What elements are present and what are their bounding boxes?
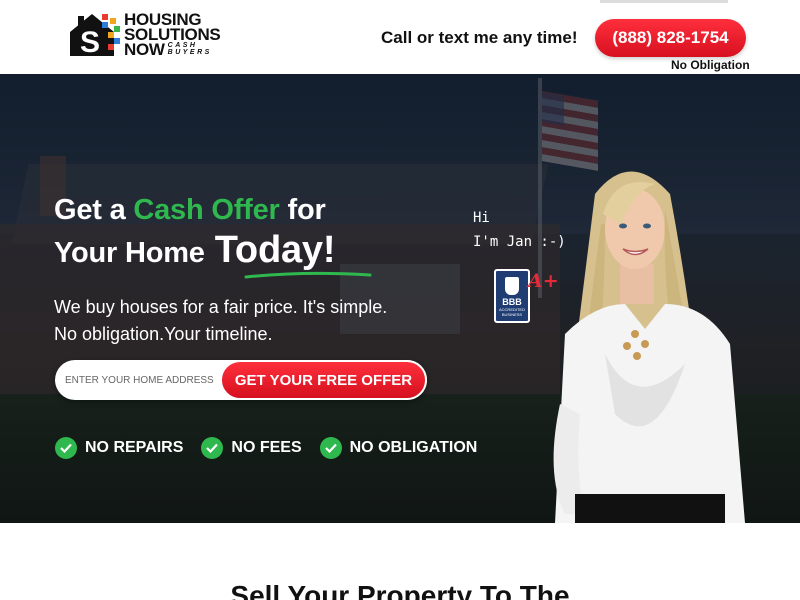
headline-part-2: for bbox=[279, 194, 326, 226]
benefit-item: NO FEES bbox=[201, 437, 302, 459]
headline-highlight: Cash Offer bbox=[133, 194, 280, 226]
subtext-line-2: No obligation.Your timeline. bbox=[54, 324, 273, 344]
headline-part-1: Get a bbox=[54, 194, 134, 226]
headline-today: Today! bbox=[214, 229, 336, 271]
headline-line-2: Your Home bbox=[54, 237, 205, 269]
logo-line-3: NOW bbox=[124, 40, 165, 59]
bbb-accredited: ACCREDITED BUSINESS bbox=[498, 307, 525, 317]
bbb-letters: BBB bbox=[502, 297, 522, 307]
bbb-badge[interactable]: BBB ACCREDITED BUSINESS bbox=[494, 269, 530, 323]
logo-sub-1: CASH bbox=[167, 42, 198, 49]
check-icon bbox=[319, 437, 342, 459]
bbb-torch-icon bbox=[505, 277, 519, 295]
check-icon bbox=[201, 437, 224, 459]
benefits-list: NO REPAIRS NO FEES NO OBLIGATION bbox=[55, 437, 477, 459]
check-icon bbox=[55, 437, 77, 459]
hero-section: Get a Cash Offer for Your Home Today! We … bbox=[0, 74, 800, 523]
benefit-label: NO REPAIRS bbox=[85, 439, 184, 456]
call-prompt: Call or text me any time! bbox=[381, 28, 578, 47]
benefit-label: NO FEES bbox=[231, 439, 302, 456]
subtext-line-1: We buy houses for a fair price. It's sim… bbox=[54, 297, 388, 317]
benefit-item: NO OBLIGATION bbox=[319, 437, 478, 459]
section-title: Sell Your Property To The bbox=[230, 580, 570, 600]
benefit-label: NO OBLIGATION bbox=[349, 439, 478, 456]
address-form: GET YOUR FREE OFFER bbox=[55, 360, 427, 400]
agent-photo bbox=[553, 171, 745, 523]
phone-button[interactable]: (888) 828-1754 bbox=[595, 19, 746, 57]
benefit-item: NO REPAIRS bbox=[55, 437, 183, 459]
svg-text:S: S bbox=[80, 26, 100, 58]
hero-headline: Get a Cash Offer for Your Home Today! bbox=[54, 190, 335, 273]
logo-sub-2: BUYERS bbox=[167, 49, 212, 56]
site-logo[interactable]: S HOUSING SOLUTIONS NOW CASH BUYERS bbox=[68, 10, 228, 62]
today-underline-swoosh bbox=[244, 271, 372, 279]
logo-house-icon: S bbox=[70, 14, 120, 58]
phone-note: No Obligation bbox=[671, 58, 750, 72]
address-input[interactable] bbox=[55, 360, 225, 400]
header-top-strip bbox=[600, 0, 728, 3]
site-header: S HOUSING SOLUTIONS NOW CASH BUYERS Call… bbox=[0, 0, 800, 74]
logo-wordmark: HOUSING SOLUTIONS NOW CASH BUYERS bbox=[124, 11, 221, 59]
get-free-offer-button[interactable]: GET YOUR FREE OFFER bbox=[220, 360, 427, 400]
hero-subtext: We buy houses for a fair price. It's sim… bbox=[54, 294, 387, 348]
